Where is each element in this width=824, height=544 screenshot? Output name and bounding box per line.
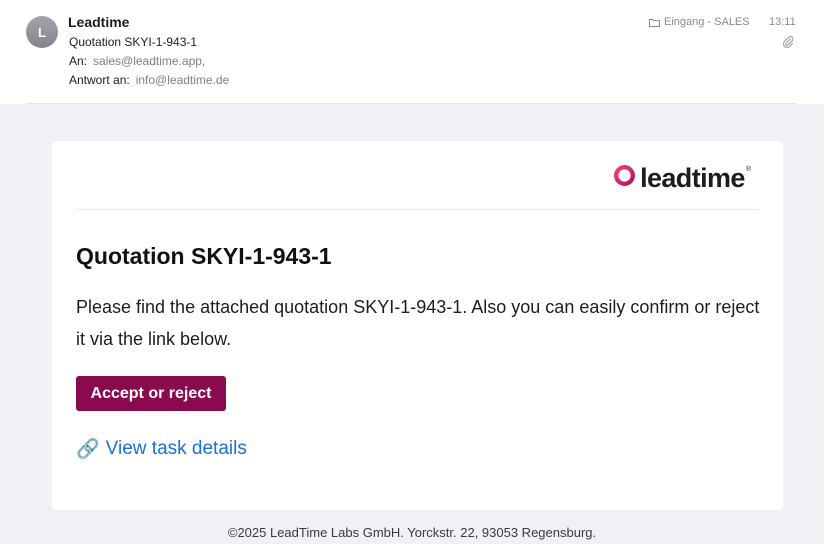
avatar-initial: L <box>38 24 46 40</box>
email-card: leadtime ® Quotation SKYI-1-943-1 Please… <box>52 141 783 510</box>
reply-to-label: Antwort an: <box>69 73 130 87</box>
email-body-text: Please find the attached quotation SKYI-… <box>76 297 760 349</box>
message-body: leadtime ® Quotation SKYI-1-943-1 Please… <box>0 104 824 544</box>
mailbox-indicator[interactable]: Eingang - SALES <box>649 16 750 28</box>
ring-logo-icon <box>613 164 636 192</box>
email-title: Quotation SKYI-1-943-1 <box>76 243 332 269</box>
paperclip-icon[interactable] <box>781 35 795 49</box>
to-label: An: <box>69 54 88 68</box>
message-header: L Leadtime Quotation SKYI-1-943-1 An: sal… <box>0 0 824 104</box>
mailbox-label: Eingang - SALES <box>664 16 750 28</box>
leadtime-logo: leadtime ® <box>613 163 754 193</box>
view-task-details-label: View task details <box>105 438 247 459</box>
to-address[interactable]: sales@leadtime.app, <box>93 54 205 68</box>
link-icon: 🔗 <box>76 439 100 460</box>
to-row: An: sales@leadtime.app, <box>69 54 205 68</box>
sender-avatar[interactable]: L <box>26 16 58 48</box>
folder-icon <box>649 18 660 27</box>
reply-to-address[interactable]: info@leadtime.de <box>136 73 230 87</box>
logo-wordmark: leadtime <box>640 163 745 193</box>
email-footer: ©2025 LeadTime Labs GmbH. Yorckstr. 22, … <box>227 525 597 540</box>
accept-or-reject-button[interactable]: Accept or reject <box>76 376 226 411</box>
card-divider <box>76 209 759 210</box>
sender-name[interactable]: Leadtime <box>68 14 129 30</box>
message-subject: Quotation SKYI-1-943-1 <box>69 35 198 49</box>
view-task-details-link[interactable]: 🔗 View task details <box>76 437 247 461</box>
message-time: 13:11 <box>769 16 796 28</box>
logo-registered-mark: ® <box>745 165 751 173</box>
reply-to-row: Antwort an: info@leadtime.de <box>69 73 229 87</box>
